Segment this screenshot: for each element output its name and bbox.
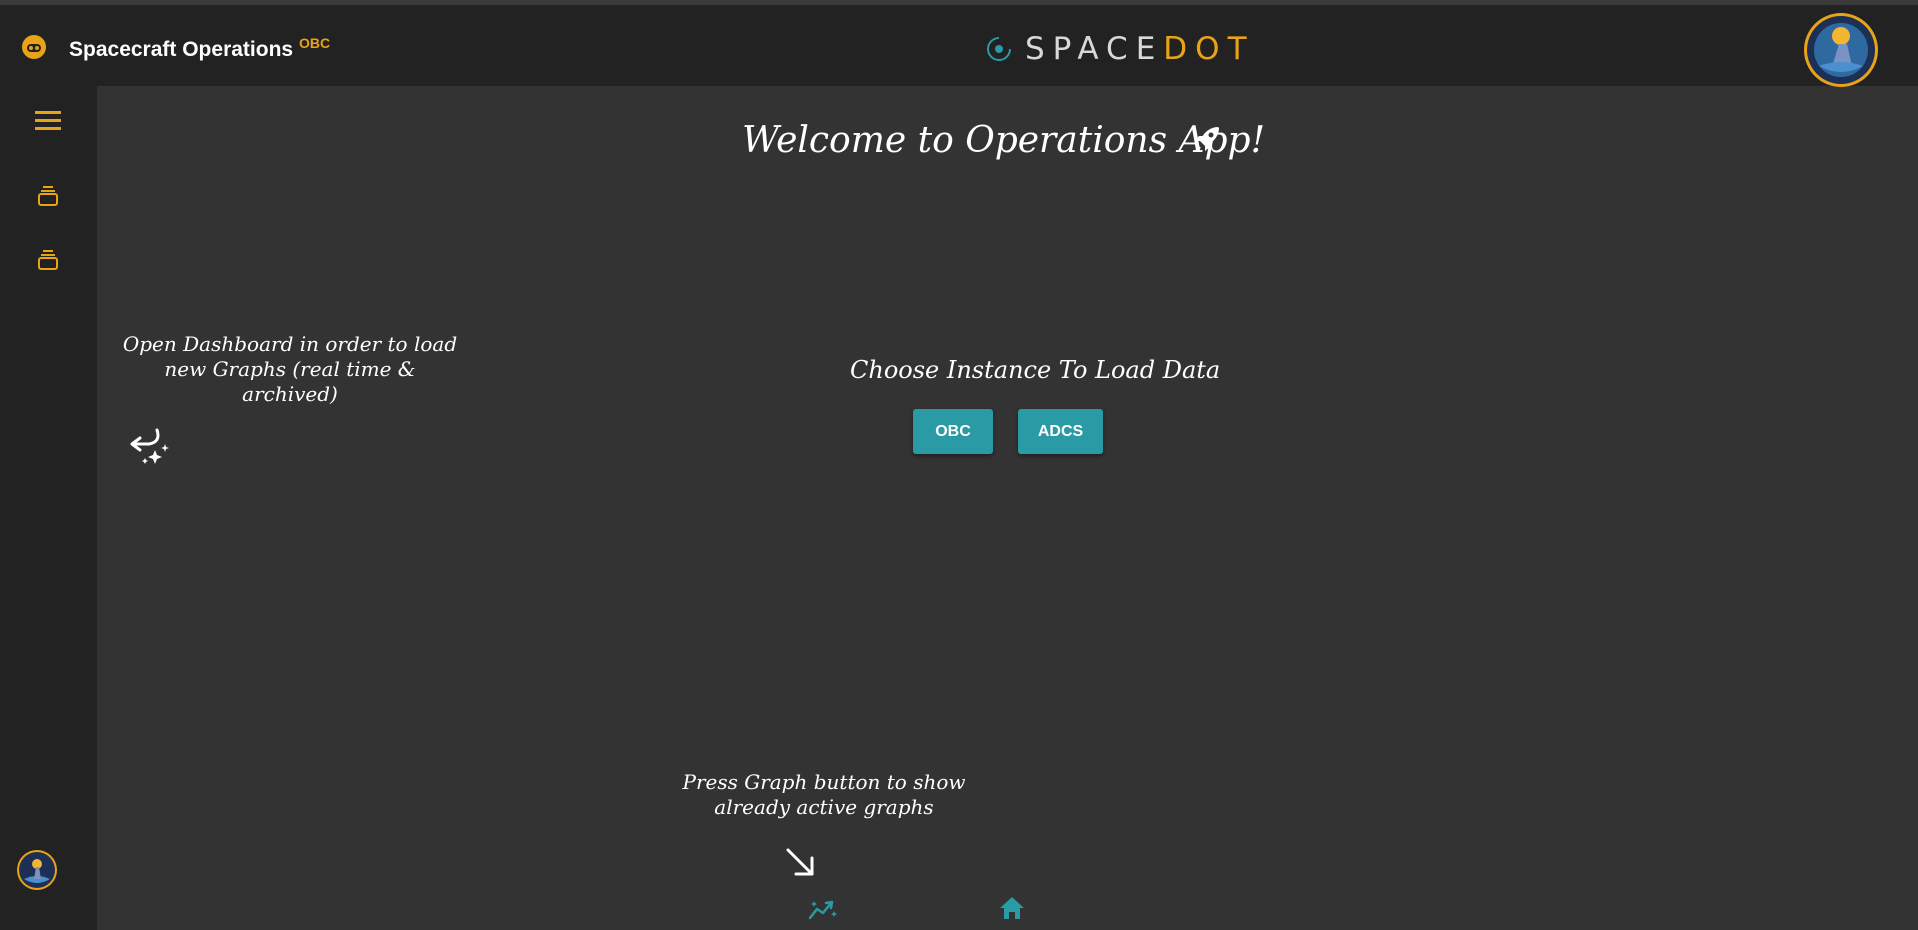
curved-arrow-icon	[130, 428, 169, 464]
graph-button[interactable]	[806, 895, 840, 923]
user-avatar[interactable]	[16, 849, 58, 891]
brand-name: SPACEDOT	[1025, 31, 1255, 67]
mission-patch-logo[interactable]	[1803, 12, 1879, 88]
brand-accent: DOT	[1163, 31, 1255, 67]
dashboard-hint: Open Dashboard in order to load new Grap…	[122, 332, 458, 406]
home-icon	[1000, 897, 1024, 919]
brand-logo: SPACEDOT	[985, 29, 1255, 69]
dashboard-stack-icon	[38, 250, 58, 270]
arrow-down-right-icon	[786, 848, 814, 876]
graph-hint: Press Graph button to show already activ…	[682, 770, 966, 819]
sidebar-item-archive[interactable]	[30, 242, 66, 278]
instance-badge: OBC	[299, 35, 331, 51]
hamburger-menu-button[interactable]	[30, 102, 66, 138]
app-title: Spacecraft Operations	[69, 38, 294, 61]
sidebar	[0, 86, 97, 930]
choose-instance-label: Choose Instance To Load Data	[850, 356, 1221, 384]
app-window: Spacecraft Operations OBC SPACEDOT Welco…	[0, 0, 1918, 930]
brand-orbit-icon	[987, 37, 1011, 61]
top-bar: Spacecraft Operations OBC SPACEDOT	[0, 5, 1918, 88]
robot-face-icon[interactable]	[21, 34, 47, 60]
rocket-icon	[1195, 127, 1219, 151]
home-button[interactable]	[998, 893, 1026, 923]
sidebar-item-dashboard[interactable]	[30, 178, 66, 214]
welcome-title: Welcome to Operations App!	[742, 120, 1266, 161]
brand-primary: SPACE	[1025, 31, 1164, 67]
adcs-instance-button[interactable]: ADCS	[1018, 409, 1103, 454]
dashboard-stack-icon	[38, 186, 58, 206]
obc-instance-button[interactable]: OBC	[913, 409, 993, 454]
hamburger-menu-icon	[35, 111, 61, 130]
graph-icon	[808, 900, 837, 920]
